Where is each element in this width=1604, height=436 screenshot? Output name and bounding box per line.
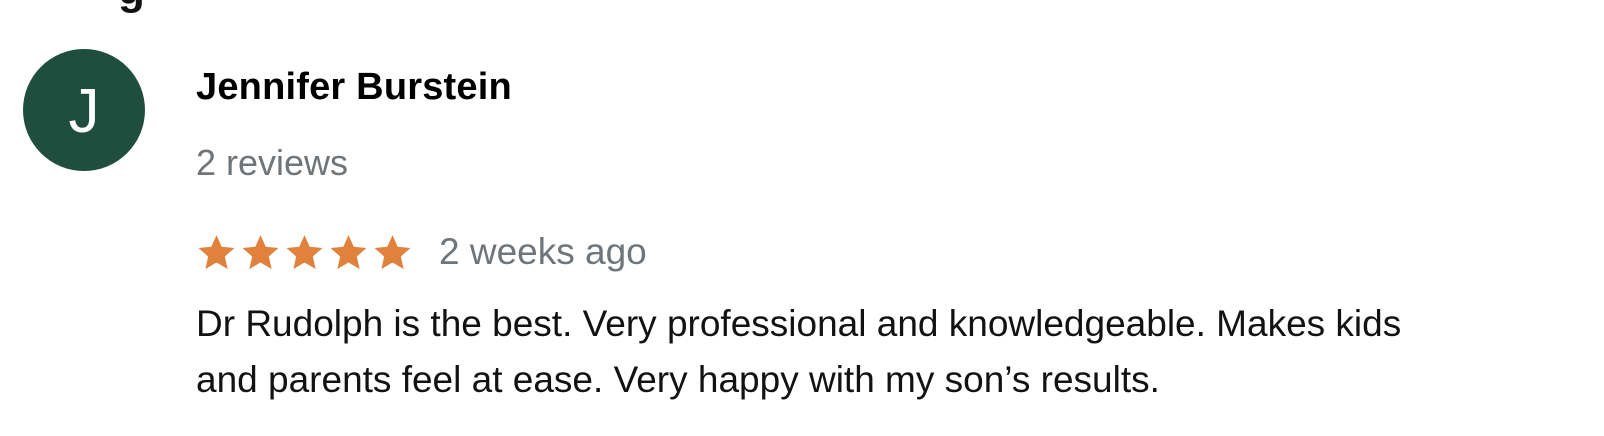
star-icon xyxy=(242,234,279,269)
rating-row: 2 weeks ago xyxy=(196,226,647,278)
avatar-initial: J xyxy=(68,77,100,146)
avatar[interactable]: J xyxy=(23,49,145,171)
review-text-line: and parents feel at ease. Very happy wit… xyxy=(196,359,1160,400)
review-text-line: Dr Rudolph is the best. Very professiona… xyxy=(196,303,1402,344)
star-icon xyxy=(374,234,411,269)
star-rating xyxy=(196,232,413,273)
review-count[interactable]: 2 reviews xyxy=(196,142,348,184)
star-icon xyxy=(330,234,367,269)
star-icon xyxy=(198,234,235,269)
review-text: Dr Rudolph is the best. Very professiona… xyxy=(196,296,1556,408)
review-time: 2 weeks ago xyxy=(439,231,647,272)
heading-fragment: g xyxy=(118,0,178,12)
reviewer-name[interactable]: Jennifer Burstein xyxy=(196,66,512,109)
star-icon xyxy=(286,234,323,269)
